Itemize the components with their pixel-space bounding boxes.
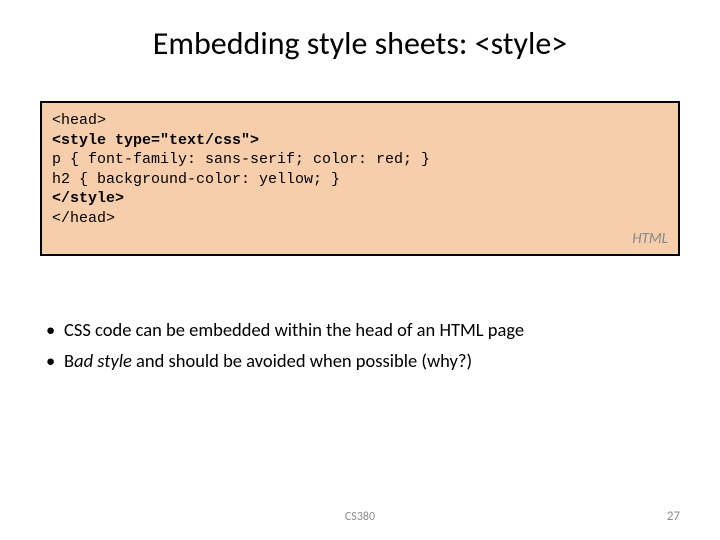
footer-course: CS380 bbox=[0, 510, 720, 524]
bullet-2-rest: and should be avoided when possible (why… bbox=[132, 349, 472, 372]
code-line-3: p { font-family: sans-serif; color: red;… bbox=[52, 150, 668, 170]
bullet-item-2: Bad style and should be avoided when pos… bbox=[46, 347, 680, 375]
code-line-4: h2 { background-color: yellow; } bbox=[52, 170, 668, 190]
code-line-6: </head> bbox=[52, 209, 668, 229]
slide-container: Embedding style sheets: <style> <head> <… bbox=[0, 0, 720, 540]
code-line-5: </style> bbox=[52, 189, 668, 209]
code-line-2: <style type="text/css"> bbox=[52, 131, 668, 151]
code-line-1: <head> bbox=[52, 111, 668, 131]
bullet-2-prefix: B bbox=[64, 349, 74, 372]
code-example-box: <head> <style type="text/css"> p { font-… bbox=[40, 101, 680, 256]
code-language-label: HTML bbox=[52, 230, 668, 250]
bullet-2-italic: ad style bbox=[74, 349, 132, 372]
bullet-item-1: CSS code can be embedded within the head… bbox=[46, 316, 680, 344]
footer-page-number: 27 bbox=[667, 509, 680, 524]
bullet-list: CSS code can be embedded within the head… bbox=[46, 316, 680, 376]
slide-title: Embedding style sheets: <style> bbox=[40, 24, 680, 63]
